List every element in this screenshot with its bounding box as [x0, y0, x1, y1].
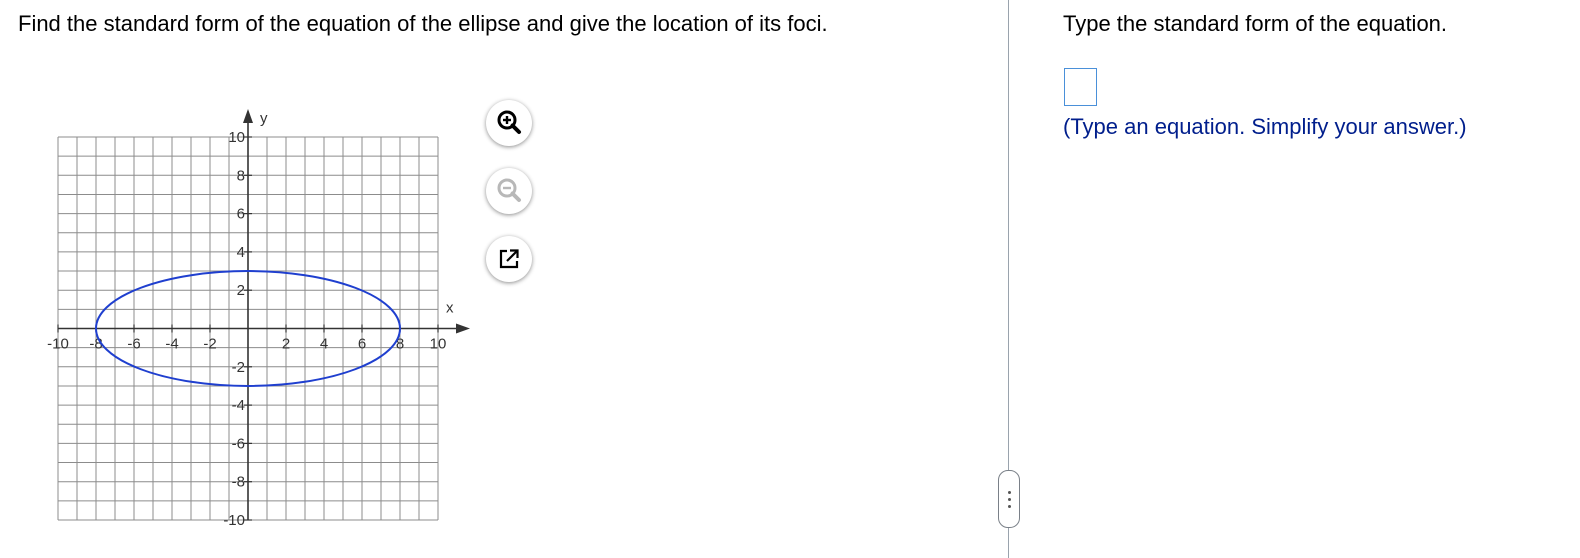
x-tick-label: 2: [282, 336, 290, 353]
x-tick-label: 6: [358, 336, 366, 353]
x-tick-label: -2: [203, 336, 216, 353]
x-tick-label: -6: [127, 336, 140, 353]
y-tick-label: 10: [228, 129, 245, 146]
zoom-out-icon: [497, 178, 521, 202]
ellipse-graph: x y -10 -8 -6 -4 -2 2 4 6 8 10 10 8 6 4 2 -2 -4 -6 -8 -10: [0, 100, 480, 540]
zoom-in-icon: [497, 110, 521, 134]
y-tick-label: -8: [232, 474, 245, 491]
grip-dot: [1007, 497, 1011, 501]
x-axis-arrow-icon: [456, 323, 470, 334]
x-axis-label: x: [446, 300, 454, 317]
y-tick-label: 8: [237, 167, 245, 184]
x-tick-label: -10: [47, 336, 69, 353]
external-window-icon: [499, 249, 519, 269]
x-tick-label: -4: [165, 336, 178, 353]
y-tick-label: 6: [237, 206, 245, 223]
y-tick-label: -6: [232, 435, 245, 452]
zoom-in-button[interactable]: [486, 100, 532, 146]
equation-answer-input[interactable]: [1064, 68, 1097, 106]
grip-dot: [1007, 504, 1011, 508]
y-tick-label: -4: [232, 397, 245, 414]
y-tick-label: 4: [237, 244, 245, 261]
zoom-out-button[interactable]: [486, 168, 532, 214]
answer-hint: (Type an equation. Simplify your answer.…: [1063, 114, 1467, 139]
y-axis-label: y: [260, 110, 268, 127]
x-tick-label: 10: [430, 336, 447, 353]
y-tick-label: 2: [237, 282, 245, 299]
y-tick-label: -10: [223, 512, 245, 529]
question-text: Find the standard form of the equation o…: [18, 11, 828, 36]
splitter-handle[interactable]: [998, 470, 1020, 528]
graph-svg: xy-10 -8 -6 -4 -2 2 4 6 8 10108642-2-4-6-8-10: [47, 109, 470, 529]
popout-button[interactable]: [486, 236, 532, 282]
y-tick-label: -2: [232, 359, 245, 376]
x-tick-label: 4: [320, 336, 328, 353]
answer-prompt: Type the standard form of the equation.: [1063, 11, 1448, 36]
grip-dot: [1007, 490, 1011, 494]
y-axis-arrow-icon: [243, 109, 253, 123]
